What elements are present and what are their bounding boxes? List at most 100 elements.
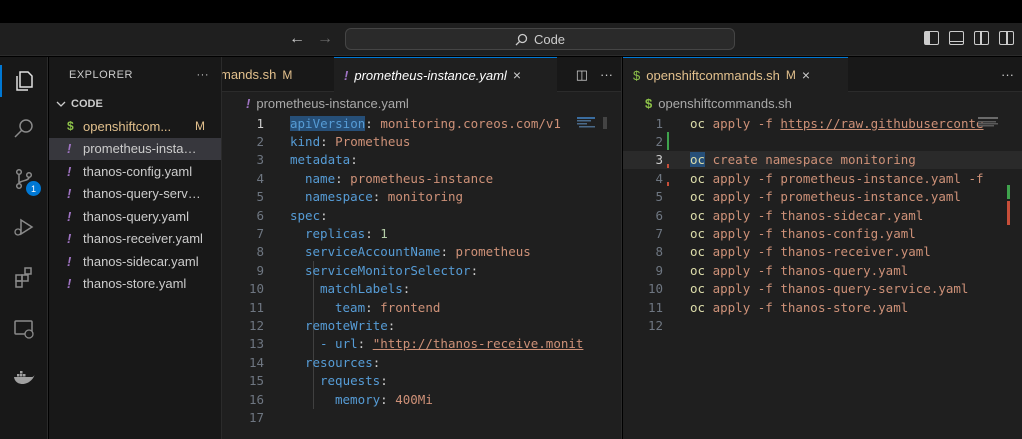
- yaml-key: team: [335, 299, 366, 315]
- code-line[interactable]: 11 oc apply -f thanos-store.yaml: [623, 298, 1022, 316]
- code-line[interactable]: 4 oc apply -f prometheus-instance.yaml -f: [623, 169, 1022, 187]
- code-line[interactable]: 15 requests:: [222, 371, 621, 389]
- code-text: remoteWrite:: [264, 318, 395, 333]
- code-line[interactable]: 1 oc apply -f https://raw.githubuserconte: [623, 114, 1022, 132]
- minimap[interactable]: [577, 117, 607, 157]
- tab-prometheus-instance[interactable]: ! prometheus-instance.yaml ×: [334, 57, 557, 92]
- shell-arguments: create namespace monitoring: [705, 152, 916, 168]
- yaml-value: "http://thanos-receive.monit: [372, 336, 584, 352]
- tab-openshiftcommands[interactable]: mands.sh M: [222, 57, 302, 92]
- file-item-thanos-sidecar[interactable]: ! thanos-sidecar.yaml: [49, 250, 221, 273]
- line-number: 8: [655, 244, 663, 260]
- folder-section-code[interactable]: CODE: [49, 93, 221, 115]
- code-line[interactable]: 7 oc apply -f thanos-config.yaml: [623, 224, 1022, 242]
- code-editor[interactable]: 1 oc apply -f https://raw.githubuserconte…: [623, 114, 1022, 335]
- code-editor[interactable]: 1 apiVersion: monitoring.coreos.com/v1 2 ki…: [222, 114, 621, 427]
- code-line[interactable]: 13- url: "http://thanos-receive.monit: [222, 335, 621, 353]
- code-line[interactable]: 10 oc apply -f thanos-query-service.yaml: [623, 280, 1022, 298]
- toggle-primary-sidebar-icon[interactable]: [924, 31, 939, 45]
- explorer-activity[interactable]: [0, 61, 48, 101]
- file-item-thanos-store[interactable]: ! thanos-store.yaml: [49, 273, 221, 296]
- code-line[interactable]: 17: [222, 408, 621, 426]
- toggle-secondary-sidebar-icon[interactable]: [974, 31, 989, 45]
- code-text: replicas: 1: [264, 226, 388, 241]
- docker-activity[interactable]: [0, 357, 48, 397]
- command-center[interactable]: Code: [345, 28, 735, 50]
- code-text: memory: 400Mi: [264, 392, 433, 407]
- code-line[interactable]: 6 spec:: [222, 206, 621, 224]
- code-line[interactable]: 12: [623, 316, 1022, 334]
- breadcrumb-file[interactable]: prometheus-instance.yaml: [256, 96, 408, 111]
- explorer-title: EXPLORER: [69, 69, 133, 81]
- yaml-key: name: [305, 170, 336, 186]
- line-number: 2: [655, 134, 663, 150]
- source-control-activity[interactable]: 1: [0, 159, 48, 199]
- more-actions-icon[interactable]: ···: [197, 69, 210, 81]
- code-line[interactable]: 8 oc apply -f thanos-receiver.yaml: [623, 243, 1022, 261]
- yaml-key: apiVersion: [290, 115, 366, 131]
- yaml-key: spec: [290, 207, 321, 223]
- code-line[interactable]: 2 kind: Prometheus: [222, 132, 621, 150]
- file-name: openshiftcom...: [83, 118, 172, 134]
- yaml-separator: :: [350, 152, 358, 168]
- more-actions-icon[interactable]: ···: [1001, 67, 1014, 82]
- code-text: kind: Prometheus: [264, 134, 410, 149]
- forward-arrow-icon[interactable]: →: [317, 30, 333, 48]
- code-line[interactable]: 9 oc apply -f thanos-query.yaml: [623, 261, 1022, 279]
- code-line[interactable]: 3 metadata:: [222, 151, 621, 169]
- file-item-thanos-query-service[interactable]: ! thanos-query-servic...: [49, 183, 221, 206]
- extensions-activity[interactable]: [0, 257, 48, 297]
- yaml-separator: :: [365, 115, 381, 131]
- run-debug-icon: [14, 218, 34, 236]
- yaml-key: replicas: [305, 226, 366, 242]
- code-line[interactable]: 1 apiVersion: monitoring.coreos.com/v1: [222, 114, 621, 132]
- code-text: team: frontend: [264, 300, 440, 315]
- remote-explorer-activity[interactable]: [0, 309, 48, 349]
- yaml-key: kind: [290, 134, 321, 150]
- code-line[interactable]: 4 name: prometheus-instance: [222, 169, 621, 187]
- more-actions-icon[interactable]: ···: [600, 67, 613, 82]
- split-editor-icon[interactable]: ◫: [576, 67, 588, 83]
- file-name: thanos-config.yaml: [83, 163, 193, 179]
- file-item-openshiftcommands[interactable]: $ openshiftcom... M: [49, 115, 221, 138]
- yaml-file-icon: !: [67, 253, 72, 269]
- code-line[interactable]: 6 oc apply -f thanos-sidecar.yaml: [623, 206, 1022, 224]
- customize-layout-icon[interactable]: [999, 31, 1014, 45]
- code-line[interactable]: 8 serviceAccountName: prometheus: [222, 243, 621, 261]
- minimap[interactable]: [978, 117, 1008, 129]
- shell-command: oc: [690, 189, 706, 205]
- code-line[interactable]: 5 oc apply -f prometheus-instance.yaml: [623, 188, 1022, 206]
- run-debug-activity[interactable]: [0, 207, 48, 247]
- code-line[interactable]: 2: [623, 132, 1022, 150]
- code-line[interactable]: 12 remoteWrite:: [222, 316, 621, 334]
- code-line[interactable]: 11 team: frontend: [222, 298, 621, 316]
- file-name: thanos-receiver.yaml: [83, 231, 203, 247]
- toggle-panel-icon[interactable]: [949, 31, 964, 45]
- back-arrow-icon[interactable]: ←: [289, 30, 305, 48]
- yaml-key: - url: [320, 336, 358, 352]
- code-text: name: prometheus-instance: [264, 171, 493, 186]
- line-number: 8: [256, 244, 264, 260]
- file-item-thanos-config[interactable]: ! thanos-config.yaml: [49, 160, 221, 183]
- close-icon[interactable]: ×: [802, 67, 810, 83]
- code-line[interactable]: 3 oc create namespace monitoring: [623, 150, 1022, 170]
- extensions-icon: [15, 267, 32, 288]
- line-number: 3: [655, 152, 663, 168]
- code-line[interactable]: 5 namespace: monitoring: [222, 188, 621, 206]
- breadcrumb-file[interactable]: openshiftcommands.sh: [658, 96, 792, 111]
- code-text: resources:: [264, 355, 380, 370]
- shell-url[interactable]: https://raw.githubuserconte: [780, 116, 983, 131]
- code-line[interactable]: 9 serviceMonitorSelector:: [222, 261, 621, 279]
- tab-openshiftcommands[interactable]: $ openshiftcommands.sh M ×: [623, 57, 848, 92]
- yaml-separator: :: [470, 262, 479, 278]
- file-item-prometheus-instance[interactable]: ! prometheus-instanc...: [49, 137, 221, 160]
- line-number: 7: [655, 226, 663, 242]
- code-line[interactable]: 16 memory: 400Mi: [222, 390, 621, 408]
- close-icon[interactable]: ×: [513, 67, 521, 83]
- file-item-thanos-query[interactable]: ! thanos-query.yaml: [49, 205, 221, 228]
- search-activity[interactable]: [0, 109, 48, 149]
- file-item-thanos-receiver[interactable]: ! thanos-receiver.yaml: [49, 228, 221, 251]
- code-line[interactable]: 7 replicas: 1: [222, 224, 621, 242]
- code-line[interactable]: 14 resources:: [222, 353, 621, 371]
- code-line[interactable]: 10 matchLabels:: [222, 280, 621, 298]
